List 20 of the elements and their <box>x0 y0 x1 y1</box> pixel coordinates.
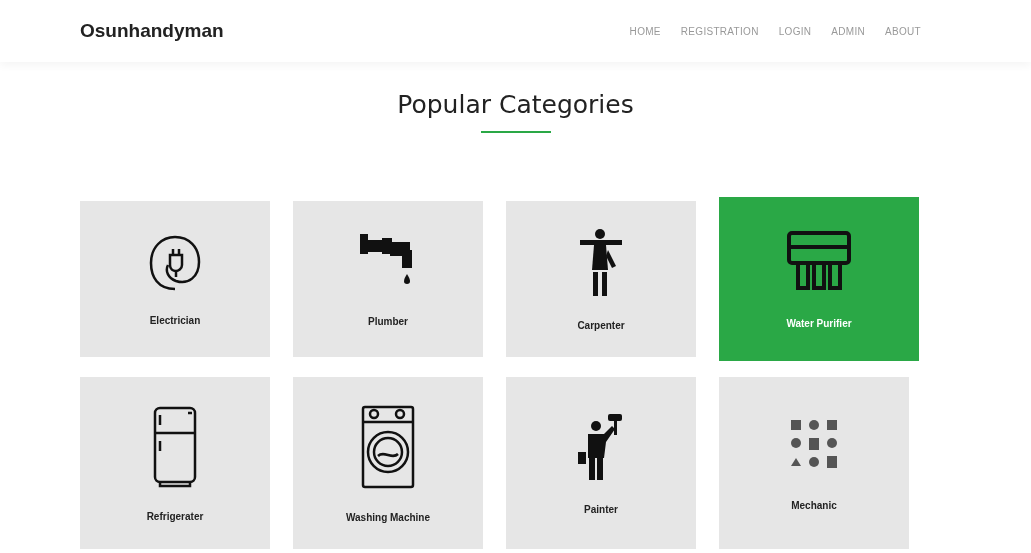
category-label: Washing Machine <box>345 511 431 523</box>
category-label: Mechanic <box>791 499 837 511</box>
brand-logo[interactable]: Osunhandyman <box>80 20 224 42</box>
category-label: Electrician <box>149 314 201 326</box>
category-label: Water Purifier <box>786 317 852 329</box>
category-label: Painter <box>584 503 618 515</box>
section-heading: Popular Categories <box>396 90 635 119</box>
category-card[interactable]: Carpenter <box>506 201 696 357</box>
category-label: Carpenter <box>577 319 625 331</box>
category-card[interactable]: Washing Machine <box>293 377 483 549</box>
category-card[interactable]: Painter <box>506 377 696 549</box>
washing-machine-icon <box>360 403 416 490</box>
fridge-icon <box>152 404 198 489</box>
category-card[interactable]: Plumber <box>293 201 483 357</box>
category-card[interactable]: Refrigerater <box>80 377 270 549</box>
category-label: Plumber <box>368 315 408 327</box>
category-card[interactable]: Electrician <box>80 201 270 357</box>
worker-icon <box>578 227 624 298</box>
category-label: Refrigerater <box>146 510 204 522</box>
category-card[interactable]: Mechanic <box>719 377 909 549</box>
